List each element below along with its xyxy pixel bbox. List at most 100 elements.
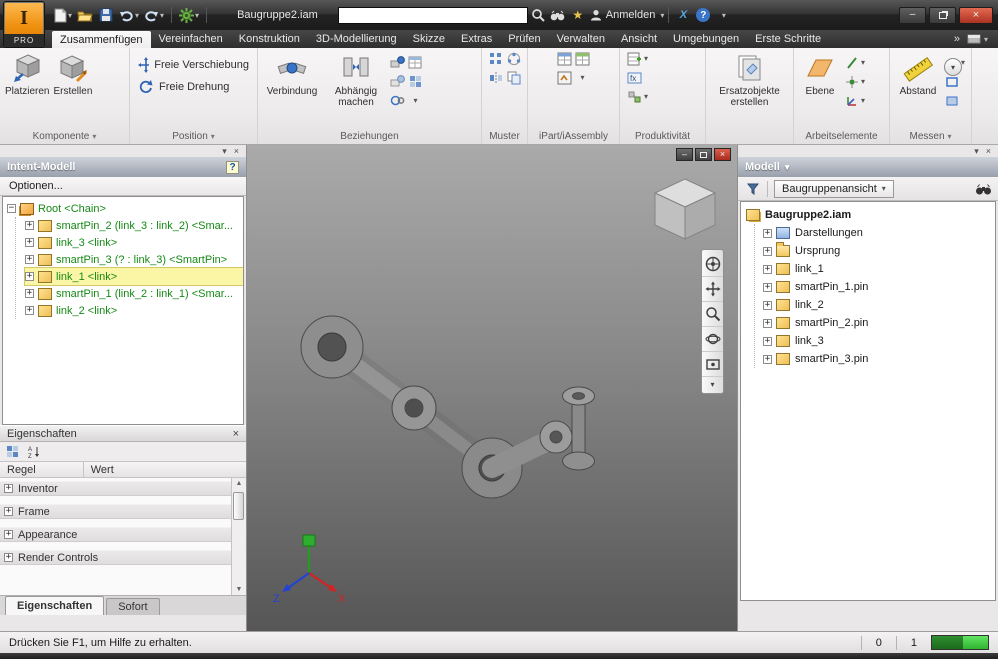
group-label-komponente[interactable]: Komponente ▾ [0,128,129,144]
expand-icon[interactable]: + [763,282,772,292]
tree-item[interactable]: + smartPin_2.pin [763,314,995,332]
new-document-button[interactable]: ▾ [52,4,74,26]
update-button[interactable]: ▾ [177,4,201,26]
tab-ansicht[interactable]: Ansicht [613,30,665,48]
expand-icon[interactable]: + [763,228,772,238]
ersatzobjekte-button[interactable]: Ersatzobjekte erstellen [710,50,790,128]
redo-button[interactable]: ▾ [142,4,166,26]
degrees-of-freedom-button[interactable] [407,73,424,90]
group-label-position[interactable]: Position ▾ [130,128,257,144]
expand-icon[interactable]: + [25,221,34,230]
panel-close-icon[interactable]: × [986,146,991,156]
categorize-button[interactable] [4,443,21,460]
column-header-wert[interactable]: Wert [84,464,121,476]
tree-item[interactable]: + link_1 [763,260,995,278]
parameters-button[interactable]: fx [626,69,643,86]
ebene-button[interactable]: Ebene [797,50,843,128]
abstand-button[interactable]: Abstand [893,50,943,128]
properties-close-icon[interactable]: × [233,428,239,440]
constraint-settings-button[interactable]: ▾ [407,92,424,109]
expand-icon[interactable]: + [763,336,772,346]
tab-3d-modellierung[interactable]: 3D-Modellierung [308,30,405,48]
expand-icon[interactable]: + [4,553,13,562]
tree-item[interactable]: + link_3 <link> [25,234,243,251]
find-button[interactable] [975,180,992,197]
pattern-circular-button[interactable] [505,50,522,67]
mirror-button[interactable] [487,69,504,86]
intent-options-button[interactable]: Optionen... [0,177,246,196]
view-cube[interactable] [649,173,721,245]
search-input[interactable] [337,6,528,24]
abhaengig-machen-button[interactable]: Abhängig machen [323,50,389,128]
document-restore-button[interactable] [695,148,712,161]
expand-icon[interactable]: + [25,238,34,247]
tree-item-selected[interactable]: + link_1 <link> [24,267,243,286]
document-close-button[interactable]: × [714,148,731,161]
tab-erste-schritte[interactable]: Erste Schritte [747,30,829,48]
erstellen-button[interactable]: Erstellen [51,50,94,128]
tab-skizze[interactable]: Skizze [405,30,453,48]
tree-item[interactable]: + Ursprung [763,242,995,260]
expand-icon[interactable]: + [25,289,34,298]
3d-viewport[interactable]: – × ▾ X Z [247,145,737,631]
tree-item[interactable]: + link_2 [763,296,995,314]
expand-icon[interactable]: + [4,484,13,493]
help-button[interactable]: ? [693,4,713,26]
open-button[interactable] [75,4,95,26]
tree-item[interactable]: + link_3 [763,332,995,350]
expand-icon[interactable]: + [25,306,34,315]
tree-item[interactable]: + link_2 <link> [25,302,243,319]
expand-icon[interactable]: + [4,507,13,516]
gear-constraint-button[interactable] [389,92,406,109]
tree-item[interactable]: + smartPin_3 (? : link_3) <SmartPin> [25,251,243,268]
group-label-messen[interactable]: Messen ▾ [890,128,971,144]
expand-icon[interactable]: + [763,246,772,256]
undo-button[interactable]: ▾ [117,4,141,26]
look-at-button[interactable] [702,352,723,377]
tree-item-root[interactable]: Baugruppe2.iam [746,206,995,224]
navbar-more-button[interactable]: ▾ [702,377,723,391]
freie-verschiebung-button[interactable]: Freie Verschiebung [133,54,254,76]
expand-icon[interactable]: + [763,318,772,328]
tab-vereinfachen[interactable]: Vereinfachen [151,30,231,48]
expand-icon[interactable]: + [25,272,34,281]
expand-icon[interactable]: + [763,354,772,364]
minimize-button[interactable]: – [899,6,926,24]
scroll-down-icon[interactable]: ▼ [236,586,243,593]
show-sick-constraints-button[interactable] [407,54,424,71]
tree-item[interactable]: + Darstellungen [763,224,995,242]
signin-control[interactable]: Anmelden ▾ [590,9,664,21]
group-label-produktivitaet[interactable]: Produktivität [620,128,705,144]
scroll-up-icon[interactable]: ▲ [236,480,243,487]
expand-icon[interactable]: + [25,255,34,264]
tab-konstruktion[interactable]: Konstruktion [231,30,308,48]
tree-item[interactable]: + smartPin_1 (link_2 : link_1) <Smar... [25,285,243,302]
filter-button[interactable] [744,180,761,197]
platzieren-button[interactable]: Platzieren [3,50,51,128]
scrollbar-thumb[interactable] [233,492,244,520]
group-label-arbeitselemente[interactable]: Arbeitselemente [794,128,889,144]
property-group-row[interactable]: + Render Controls [0,550,231,565]
property-group-row[interactable]: + Inventor [0,481,231,496]
save-button[interactable] [96,4,116,26]
panel-close-icon[interactable]: × [234,146,239,156]
restore-button[interactable] [929,6,956,24]
close-button[interactable]: × [959,6,993,24]
property-group-row[interactable]: + Appearance [0,527,231,542]
panel-menu-icon[interactable]: ▾ [222,146,227,156]
tab-pruefen[interactable]: Prüfen [500,30,548,48]
show-constraints-button[interactable] [389,54,406,71]
copy-button[interactable] [505,69,522,86]
tree-item[interactable]: + smartPin_1.pin [763,278,995,296]
group-label-beziehungen[interactable]: Beziehungen [258,128,481,144]
search-button[interactable] [528,4,548,26]
expand-icon[interactable]: + [763,264,772,274]
tab-verwalten[interactable]: Verwalten [549,30,613,48]
harness-button[interactable] [626,88,643,105]
group-label-muster[interactable]: Muster [482,128,527,144]
help-menu-button[interactable]: ▾ [713,4,733,26]
view-mode-dropdown[interactable]: Baugruppenansicht ▾ [774,179,894,198]
iassembly-table-button[interactable] [574,50,591,67]
help-icon[interactable]: ? [226,160,239,174]
bom-button[interactable] [626,50,643,67]
